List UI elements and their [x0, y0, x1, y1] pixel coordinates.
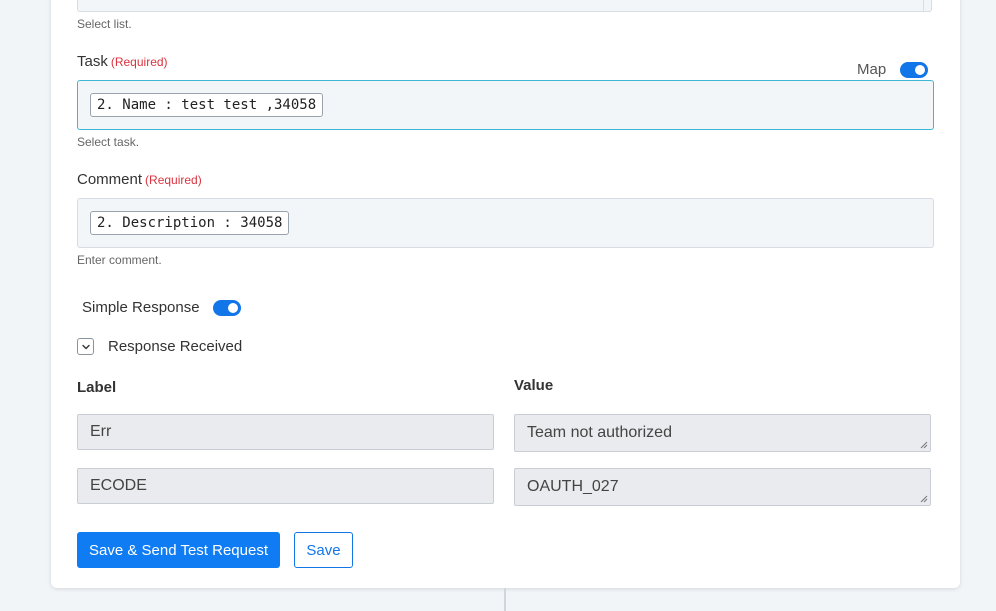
save-button[interactable]: Save [294, 532, 353, 568]
map-toggle[interactable] [900, 61, 929, 78]
response-label-cell: ECODE [77, 468, 494, 504]
simple-response-group: Simple Response [82, 299, 241, 316]
value-column-header: Value [514, 377, 554, 394]
task-input[interactable]: 2. Name : test test ,34058 [77, 80, 934, 130]
comment-required-tag: (Required) [145, 173, 202, 187]
list-select[interactable] [77, 0, 932, 12]
response-received-expand-button[interactable] [77, 338, 94, 355]
task-hint: Select task. [77, 135, 140, 149]
comment-mapped-pill[interactable]: 2. Description : 34058 [90, 211, 290, 235]
response-value-text: Team not authorized [527, 424, 672, 441]
response-received-label: Response Received [108, 338, 243, 355]
resize-handle-icon [920, 441, 928, 449]
task-mapped-pill[interactable]: 2. Name : test test ,34058 [90, 93, 324, 117]
task-label: Task (Required) [77, 53, 168, 70]
simple-response-label: Simple Response [82, 299, 200, 316]
response-label-cell: Err [77, 414, 494, 450]
resize-handle-icon [920, 495, 928, 503]
comment-label: Comment (Required) [77, 171, 202, 188]
comment-label-text: Comment [77, 171, 143, 188]
map-toggle-knob [915, 64, 926, 75]
save-and-send-test-request-button[interactable]: Save & Send Test Request [77, 532, 280, 568]
chevron-down-icon [81, 344, 90, 349]
simple-response-toggle[interactable] [212, 299, 241, 316]
map-toggle-group: Map [857, 61, 929, 78]
task-required-tag: (Required) [110, 55, 168, 69]
list-select-dropdown-button[interactable] [923, 0, 959, 12]
comment-input[interactable]: 2. Description : 34058 [77, 198, 934, 248]
comment-hint: Enter comment. [77, 253, 162, 267]
map-label: Map [857, 61, 887, 78]
response-value-cell: Team not authorized [514, 414, 931, 452]
response-received-group: Response Received [77, 338, 242, 355]
flow-connector-line [504, 588, 506, 611]
response-value-cell: OAUTH_027 [514, 468, 931, 506]
simple-response-toggle-knob [227, 302, 238, 313]
step-config-card: Select list. Task (Required) Map 2. Name … [51, 0, 960, 588]
response-value-text: OAUTH_027 [527, 478, 619, 495]
label-column-header: Label [77, 379, 117, 396]
task-label-text: Task [77, 53, 108, 70]
list-hint: Select list. [77, 17, 132, 31]
